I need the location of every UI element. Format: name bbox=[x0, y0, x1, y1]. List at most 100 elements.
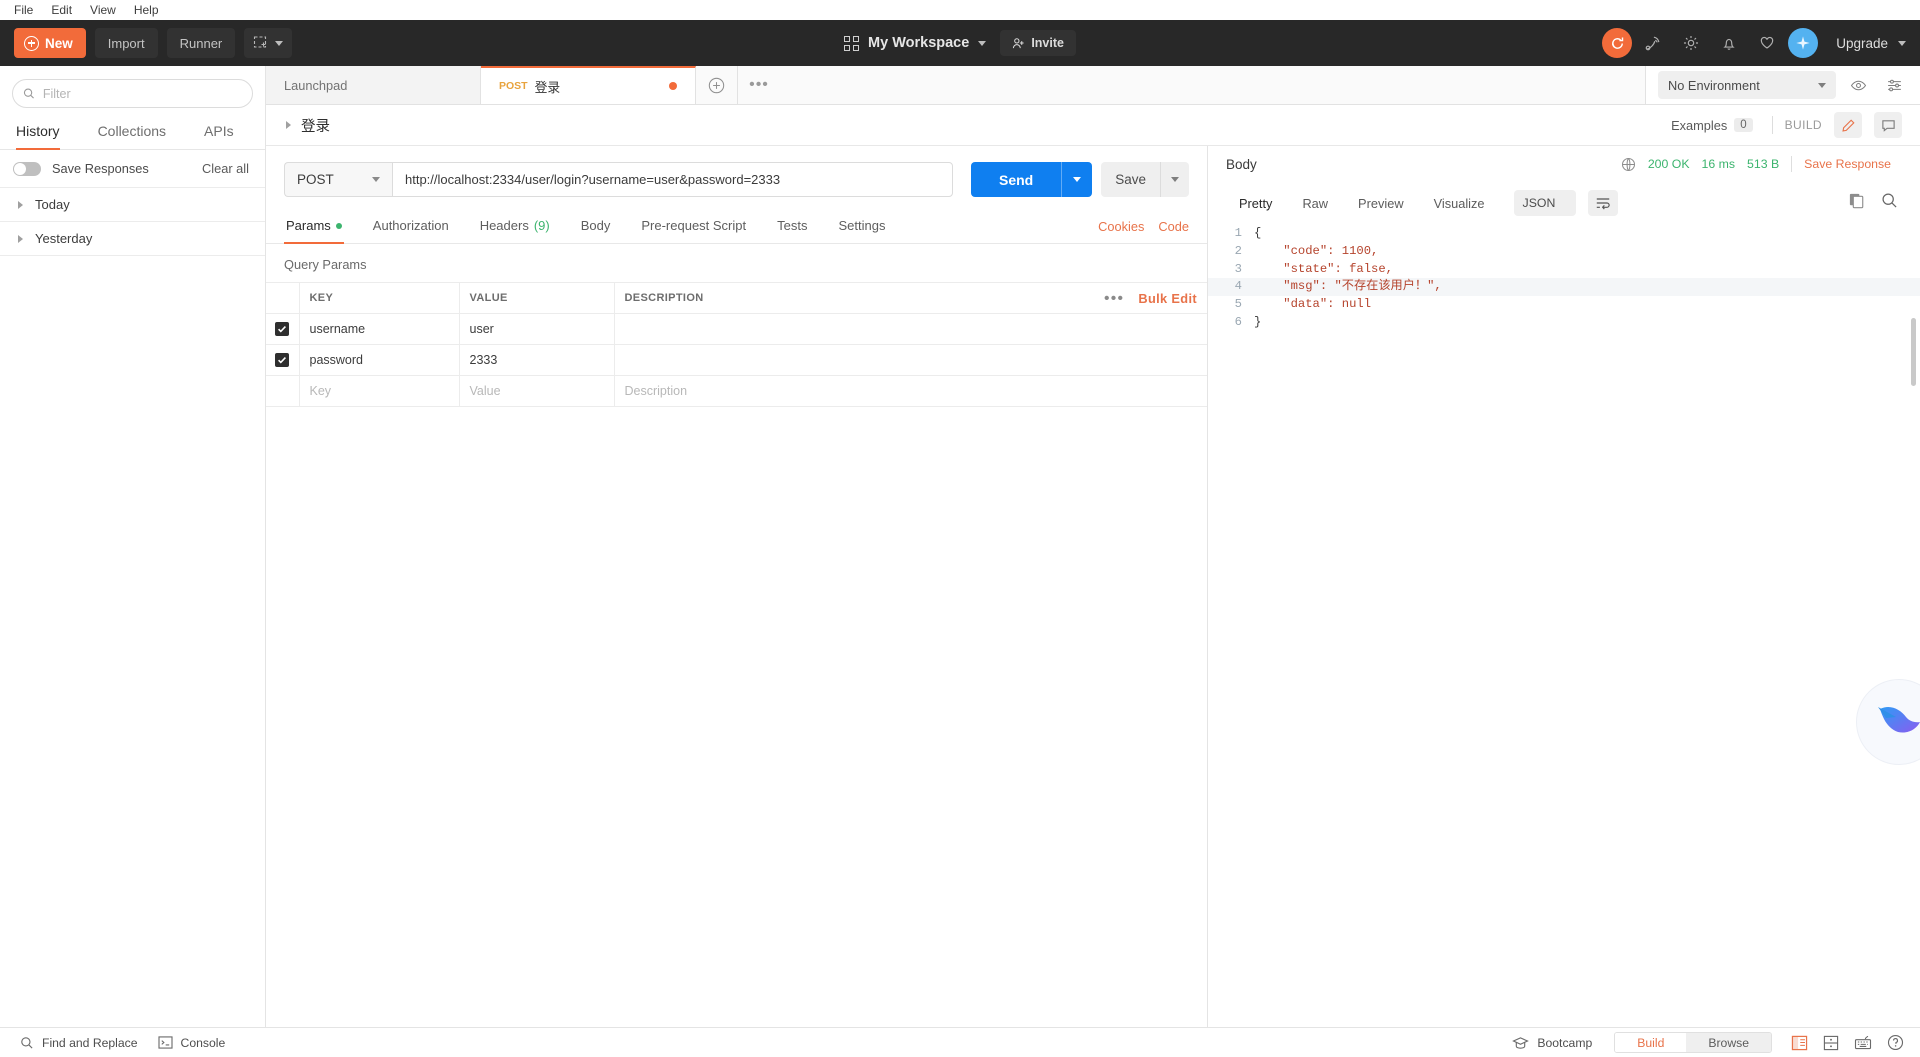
response-format-selector[interactable]: JSON bbox=[1513, 190, 1577, 216]
new-row-description[interactable]: Description bbox=[613, 375, 1207, 407]
chevron-right-icon[interactable] bbox=[286, 121, 291, 129]
find-and-replace-label: Find and Replace bbox=[42, 1035, 138, 1050]
globe-icon bbox=[1621, 157, 1635, 171]
bulk-edit-link[interactable]: Bulk Edit bbox=[1138, 291, 1197, 306]
build-mode-button[interactable]: Build bbox=[1615, 1033, 1687, 1052]
tab-tests[interactable]: Tests bbox=[775, 211, 809, 244]
tab-label: Tests bbox=[777, 218, 808, 233]
new-button[interactable]: New bbox=[14, 28, 86, 58]
table-row[interactable]: username user bbox=[266, 313, 1207, 345]
request-tab-bar: Launchpad POST 登录 ••• No Environment bbox=[266, 66, 1920, 105]
tab-authorization[interactable]: Authorization bbox=[371, 211, 451, 244]
environment-selector[interactable]: No Environment bbox=[1658, 71, 1836, 99]
search-input[interactable] bbox=[42, 86, 242, 101]
bell-icon[interactable] bbox=[1712, 27, 1746, 59]
save-responses-toggle[interactable] bbox=[13, 161, 41, 176]
row-key[interactable]: password bbox=[298, 344, 460, 376]
response-scrollbar[interactable] bbox=[1911, 318, 1916, 386]
new-window-button[interactable] bbox=[244, 28, 293, 58]
response-size: 513 B bbox=[1747, 157, 1780, 171]
wrap-lines-button[interactable] bbox=[1588, 190, 1619, 216]
response-tab-raw[interactable]: Raw bbox=[1289, 190, 1341, 217]
environment-quick-look-button[interactable] bbox=[1844, 72, 1872, 98]
tab-pre-request-script[interactable]: Pre-request Script bbox=[639, 211, 748, 244]
environment-settings-button[interactable] bbox=[1880, 72, 1908, 98]
help-button[interactable] bbox=[1880, 1034, 1910, 1051]
line-text: "state": false, bbox=[1254, 261, 1393, 276]
row-checkbox[interactable] bbox=[275, 322, 290, 337]
row-checkbox[interactable] bbox=[275, 353, 290, 368]
tab-body[interactable]: Body bbox=[579, 211, 613, 244]
comments-button[interactable] bbox=[1874, 112, 1902, 138]
browse-mode-button[interactable]: Browse bbox=[1686, 1033, 1771, 1052]
console-icon bbox=[157, 1036, 173, 1049]
new-tab-button[interactable] bbox=[696, 66, 738, 104]
table-row-empty[interactable]: Key Value Description bbox=[266, 375, 1207, 407]
bootcamp-button[interactable]: Bootcamp bbox=[1502, 1036, 1602, 1050]
cookies-link[interactable]: Cookies bbox=[1098, 219, 1144, 234]
row-key[interactable]: username bbox=[298, 313, 460, 345]
edit-request-button[interactable] bbox=[1834, 112, 1862, 138]
table-row[interactable]: password 2333 bbox=[266, 344, 1207, 376]
tab-launchpad[interactable]: Launchpad bbox=[266, 66, 481, 104]
upgrade-label: Upgrade bbox=[1836, 35, 1888, 51]
console-button[interactable]: Console bbox=[148, 1028, 236, 1057]
heart-icon[interactable] bbox=[1750, 27, 1784, 59]
response-body-code[interactable]: 1 { 2 "code": 1100, 3 "state": false, 4 … bbox=[1208, 223, 1920, 1027]
menu-help[interactable]: Help bbox=[126, 1, 167, 19]
menu-file[interactable]: File bbox=[6, 1, 41, 19]
workspace-selector[interactable]: My Workspace bbox=[844, 35, 987, 51]
upgrade-button[interactable]: Upgrade bbox=[1832, 36, 1910, 51]
response-tab-preview[interactable]: Preview bbox=[1345, 190, 1417, 217]
response-tab-pretty[interactable]: Pretty bbox=[1226, 190, 1285, 217]
send-options-caret[interactable] bbox=[1061, 162, 1092, 197]
history-group-yesterday[interactable]: Yesterday bbox=[0, 222, 265, 256]
response-tab-visualize[interactable]: Visualize bbox=[1421, 190, 1498, 217]
tab-headers[interactable]: Headers (9) bbox=[478, 211, 552, 244]
code-link[interactable]: Code bbox=[1158, 219, 1189, 234]
history-group-today[interactable]: Today bbox=[0, 188, 265, 222]
row-description[interactable] bbox=[613, 313, 1207, 345]
save-button[interactable]: Save bbox=[1101, 162, 1189, 197]
keyboard-shortcuts-button[interactable] bbox=[1848, 1035, 1878, 1050]
row-value[interactable]: 2333 bbox=[458, 344, 615, 376]
tab-settings[interactable]: Settings bbox=[836, 211, 887, 244]
satellite-icon[interactable] bbox=[1636, 27, 1670, 59]
copy-button[interactable] bbox=[1848, 192, 1865, 214]
split-pane-view-button[interactable] bbox=[1816, 1035, 1846, 1051]
table-options-button[interactable]: ••• bbox=[1104, 290, 1124, 307]
two-pane-view-button[interactable] bbox=[1784, 1035, 1814, 1051]
new-row-key[interactable]: Key bbox=[298, 375, 460, 407]
import-button[interactable]: Import bbox=[94, 28, 158, 58]
examples-selector[interactable]: Examples 0 bbox=[1671, 118, 1760, 133]
sidebar-tab-collections[interactable]: Collections bbox=[98, 118, 166, 150]
invite-button[interactable]: Invite bbox=[1000, 30, 1076, 56]
new-row-value[interactable]: Value bbox=[458, 375, 615, 407]
sync-icon[interactable] bbox=[1602, 28, 1633, 58]
sidebar-tab-apis[interactable]: APIs bbox=[204, 118, 234, 150]
http-method-selector[interactable]: POST bbox=[284, 162, 392, 197]
row-value[interactable]: user bbox=[458, 313, 615, 345]
send-button[interactable]: Send bbox=[970, 162, 1093, 197]
response-meta: 200 OK 16 ms 513 B Save Response bbox=[1621, 156, 1898, 172]
sparkle-avatar-icon[interactable] bbox=[1788, 28, 1819, 58]
row-description[interactable] bbox=[613, 344, 1207, 376]
runner-button[interactable]: Runner bbox=[166, 28, 236, 58]
tab-label: Params bbox=[286, 218, 331, 233]
tab-params[interactable]: Params bbox=[284, 211, 344, 244]
filter-box[interactable] bbox=[12, 79, 253, 108]
url-input[interactable] bbox=[392, 162, 953, 197]
search-response-button[interactable] bbox=[1881, 192, 1898, 214]
menu-edit[interactable]: Edit bbox=[43, 1, 80, 19]
sidebar-tab-history[interactable]: History bbox=[16, 118, 60, 150]
examples-count: 0 bbox=[1734, 118, 1753, 132]
tab-login-request[interactable]: POST 登录 bbox=[481, 66, 696, 104]
save-options-caret[interactable] bbox=[1160, 162, 1189, 197]
tab-options-button[interactable]: ••• bbox=[738, 66, 780, 104]
clear-all-button[interactable]: Clear all bbox=[202, 161, 249, 176]
find-and-replace-button[interactable]: Find and Replace bbox=[10, 1028, 148, 1057]
gear-icon[interactable] bbox=[1674, 27, 1708, 59]
menu-view[interactable]: View bbox=[82, 1, 124, 19]
save-response-button[interactable]: Save Response bbox=[1804, 157, 1898, 171]
filter-wrap bbox=[0, 66, 265, 118]
